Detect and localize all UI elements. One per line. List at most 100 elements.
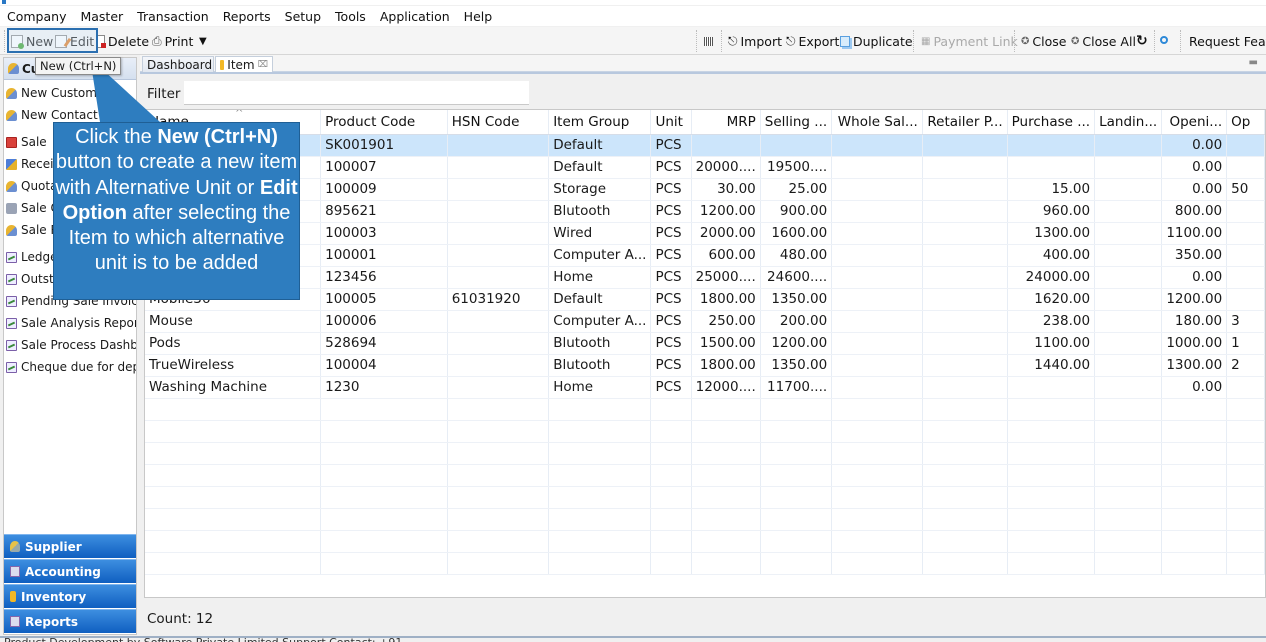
nav-reports[interactable]: Reports (4, 609, 136, 633)
empty-cell (548, 464, 652, 487)
table-row[interactable]: 100009 Storage PCS 30.00 25.00 15.00 0.00 50 (145, 178, 1265, 201)
minimize-icon[interactable]: ▬ (1249, 57, 1258, 68)
table-cell: 123456 (320, 266, 448, 289)
column-header[interactable]: Openi... (1161, 110, 1228, 135)
lp-item-label: Sale Process Dashboard (21, 338, 136, 352)
duplicate-button[interactable]: Duplicate (840, 31, 913, 51)
callout-text: Click the (75, 126, 158, 148)
lp-item-label: Sale Analysis Report (21, 316, 136, 330)
empty-cell (760, 530, 833, 553)
people-icon (6, 224, 17, 236)
table-cell (1226, 266, 1265, 289)
menu-master[interactable]: Master (80, 9, 123, 24)
empty-cell (145, 464, 322, 487)
empty-cell (548, 552, 652, 575)
table-cell (831, 134, 923, 157)
empty-cell (548, 530, 652, 553)
empty-cell (1094, 420, 1163, 443)
table-cell: 1300.00 (1007, 222, 1096, 245)
menu-help[interactable]: Help (464, 9, 493, 24)
table-row[interactable]: 100007 Default PCS 20000.... 19500.... 0.00 (145, 156, 1265, 179)
delete-button[interactable]: Delete (96, 31, 149, 51)
table-cell: 1620.00 (1007, 288, 1096, 311)
close-button[interactable]: ✪ Close (1021, 31, 1066, 51)
table-cell: 0.00 (1161, 156, 1228, 179)
chart-icon (6, 361, 17, 373)
empty-cell (1161, 464, 1228, 487)
table-row[interactable]: 895621 Blutooth PCS 1200.00 900.00 960.00 800.… (145, 200, 1265, 223)
table-row[interactable]: 123456 Home PCS 25000.... 24600.... 24000.00 0… (145, 266, 1265, 289)
table-cell: PCS (650, 134, 692, 157)
refresh-button[interactable]: ↻ (1136, 31, 1148, 51)
table-row[interactable]: 100003 Wired PCS 2000.00 1600.00 1300.00 1100.… (145, 222, 1265, 245)
chart-icon (6, 339, 17, 351)
empty-cell (1007, 398, 1096, 421)
empty-cell (447, 552, 550, 575)
table-row[interactable]: Mouse 100006 Computer A... PCS 250.00 200.00 2… (145, 310, 1265, 333)
table-cell: 1800.00 (691, 288, 761, 311)
nav-inventory[interactable]: Inventory (4, 584, 136, 608)
payment-link-button[interactable]: ▦ Payment Link (921, 31, 1018, 51)
nav-supplier[interactable]: Supplier (4, 534, 136, 558)
import-button[interactable]: ⎋ Import (728, 31, 782, 51)
table-cell (922, 134, 1008, 157)
nav-label: Inventory (21, 589, 87, 604)
column-header[interactable]: Product Code (320, 110, 448, 135)
close-all-button[interactable]: ✪ Close All (1071, 31, 1136, 51)
table-cell: 1200.00 (1161, 288, 1228, 311)
print-dropdown[interactable]: ▼ (199, 31, 207, 51)
menu-application[interactable]: Application (380, 9, 450, 24)
menu-setup[interactable]: Setup (285, 9, 321, 24)
people-icon (6, 87, 17, 99)
column-header[interactable]: Item Group (548, 110, 652, 135)
print-button[interactable]: ⎙ Print (152, 31, 193, 51)
empty-cell (760, 552, 833, 575)
table-row[interactable]: TrueWireless 100004 Blutooth PCS 1800.00 1350… (145, 354, 1265, 377)
empty-cell (922, 530, 1008, 553)
menu-reports[interactable]: Reports (223, 9, 271, 24)
empty-cell (145, 508, 322, 531)
table-cell (922, 354, 1008, 377)
export-button[interactable]: ⎋ Export (786, 31, 839, 51)
export-button-label: Export (798, 33, 840, 49)
column-header[interactable]: Purchase ... (1007, 110, 1096, 135)
filter-input[interactable] (184, 81, 529, 105)
menu-company[interactable]: Company (7, 9, 66, 24)
empty-cell (548, 398, 652, 421)
column-header[interactable]: HSN Code (447, 110, 550, 135)
column-header[interactable]: Selling ... (760, 110, 833, 135)
app-window: Company Master Transaction Reports Setup… (0, 0, 1266, 642)
lp-item-sale-analysis-report[interactable]: Sale Analysis Report (4, 312, 136, 334)
column-header[interactable]: Op (1226, 110, 1265, 135)
column-header[interactable]: Unit (650, 110, 692, 135)
empty-cell (650, 530, 692, 553)
request-feature-button[interactable]: Request Featur (1189, 31, 1266, 51)
menu-tools[interactable]: Tools (335, 9, 366, 24)
table-row[interactable]: Mobile3610000561031920DefaultPCS1800.001… (145, 288, 1265, 311)
table-cell: 19500.... (760, 156, 833, 179)
table-row[interactable]: SK001901 Default PCS 0.00 (145, 134, 1265, 157)
lp-item-cheque-due[interactable]: Cheque due for deposit (4, 356, 136, 378)
table-row[interactable]: Pods 528694 Blutooth PCS 1500.00 1200.00 1100.… (145, 332, 1265, 355)
table-cell (831, 222, 923, 245)
table-row[interactable]: 100001 Computer A... PCS 600.00 480.00 400.00… (145, 244, 1265, 267)
column-header[interactable]: MRP (691, 110, 761, 135)
nav-accounting[interactable]: Accounting (4, 559, 136, 583)
search-button[interactable] (1160, 31, 1168, 51)
empty-cell (320, 530, 448, 553)
table-cell: Default (548, 156, 652, 179)
empty-cell (1226, 552, 1265, 575)
tab-item[interactable]: Item ⌧ (215, 56, 273, 72)
column-header[interactable]: Whole Sal... (831, 110, 923, 135)
sort-ascending-icon: ^ (235, 110, 244, 119)
table-cell (1226, 134, 1265, 157)
empty-cell (760, 442, 833, 465)
column-header[interactable]: Retailer P... (922, 110, 1008, 135)
barcode-button[interactable] (704, 31, 713, 51)
empty-cell (320, 486, 448, 509)
lp-item-sale-process-dashboard[interactable]: Sale Process Dashboard (4, 334, 136, 356)
column-header[interactable]: Landin... (1094, 110, 1163, 135)
table-row[interactable]: Washing Machine 1230 Home PCS 12000.... 11700… (145, 376, 1265, 399)
menu-transaction[interactable]: Transaction (137, 9, 209, 24)
close-tab-icon[interactable]: ⌧ (258, 60, 268, 70)
